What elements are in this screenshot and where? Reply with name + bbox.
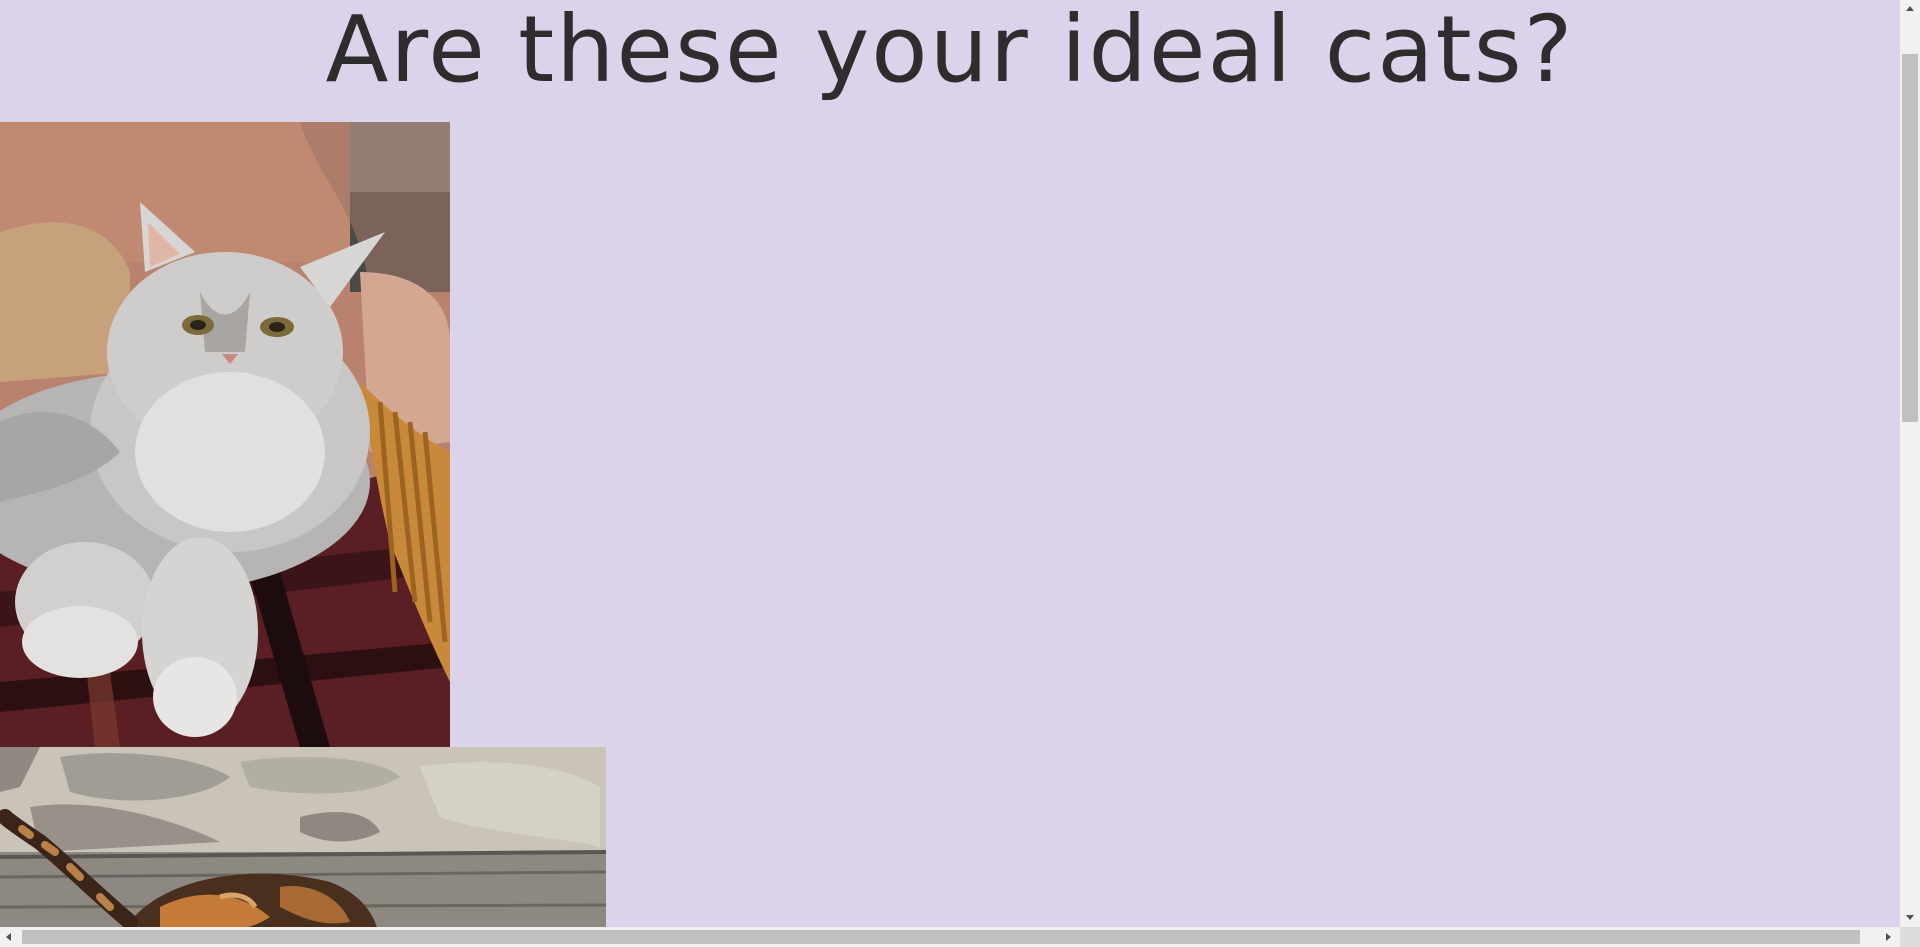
tortoiseshell-cat-photo: [0, 747, 606, 927]
horizontal-scrollbar[interactable]: [0, 927, 1900, 947]
page-title: Are these your ideal cats?: [325, 0, 1575, 103]
scrollbar-corner: [1900, 927, 1920, 947]
horizontal-scrollbar-thumb[interactable]: [22, 930, 1860, 944]
chevron-up-icon[interactable]: [1906, 6, 1914, 11]
chevron-left-icon[interactable]: [6, 933, 11, 941]
page-viewport: Are these your ideal cats?: [0, 0, 1900, 927]
vertical-scrollbar-thumb[interactable]: [1902, 54, 1918, 422]
vertical-scrollbar[interactable]: [1900, 0, 1920, 927]
chevron-right-icon[interactable]: [1886, 933, 1891, 941]
tortoiseshell-cat-illustration: [0, 747, 606, 927]
chevron-down-icon[interactable]: [1906, 915, 1914, 920]
persian-cat-photo: [0, 122, 450, 747]
persian-cat-illustration: [0, 122, 450, 747]
